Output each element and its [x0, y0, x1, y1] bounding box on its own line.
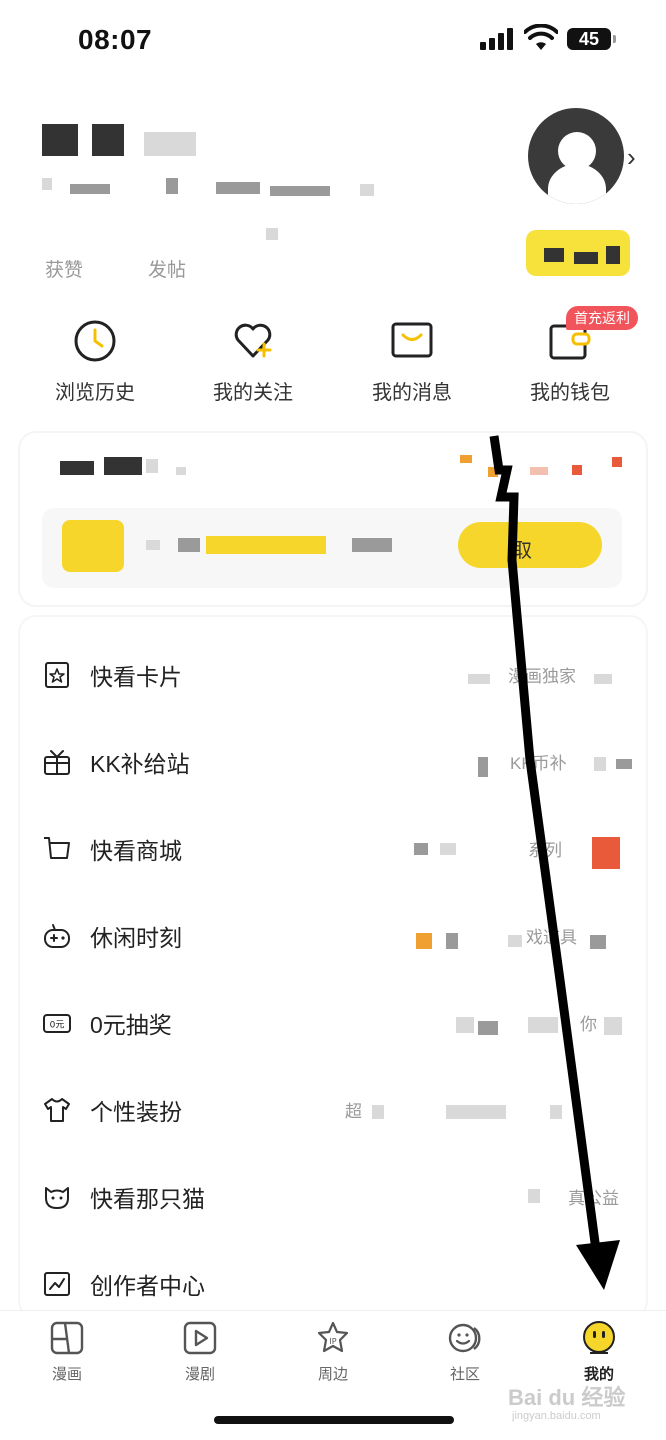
mine-icon: [583, 1321, 615, 1354]
first-charge-badge: 首充返利: [566, 306, 638, 330]
menu-item-label: 快看那只猫: [90, 1186, 205, 1212]
tab-mine[interactable]: 我的: [554, 1319, 644, 1384]
card-icon: [45, 662, 69, 688]
bio-redacted: [360, 184, 374, 196]
watermark-url: jingyan.baidu.com: [512, 1410, 601, 1422]
quick-wallet[interactable]: 我的钱包: [510, 318, 630, 405]
menu-item-note: 真公益: [568, 1189, 619, 1208]
avatar[interactable]: [528, 108, 624, 204]
cellular-signal-icon: [480, 28, 516, 50]
menu-item-label: KK补给站: [90, 751, 190, 777]
svg-text:0元: 0元: [50, 1021, 65, 1031]
menu-item-note: 你: [580, 1015, 597, 1034]
tab-label: 社区: [449, 1366, 480, 1383]
play-icon: [183, 1321, 217, 1355]
vip-offer-strip[interactable]: [42, 508, 622, 588]
bio-redacted: [216, 182, 260, 194]
menu-item-note: 超: [345, 1102, 362, 1121]
chevron-right-icon[interactable]: ›: [627, 142, 636, 173]
tshirt-icon: [44, 1098, 70, 1122]
community-icon: [448, 1323, 481, 1353]
username-redacted: [144, 132, 196, 156]
menu-item-supply[interactable]: KK补给站 KK币补: [20, 719, 646, 806]
quick-following-label: 我的关注: [213, 382, 293, 404]
status-time: 08:07: [78, 24, 153, 55]
tab-label: 周边: [317, 1366, 348, 1383]
lottery-icon: 0元: [43, 1014, 71, 1033]
menu-item-label: 0元抽奖: [90, 1012, 172, 1038]
clock-icon: [74, 320, 116, 362]
chart-icon: [44, 1272, 70, 1296]
watermark-brand: Bai du 经验: [508, 1385, 626, 1410]
menu-item-label: 快看卡片: [90, 664, 182, 690]
cat-icon: [45, 1187, 69, 1209]
menu-list: 快看卡片 漫画独家 KK补给站 KK币补 快看商城 系列 休闲时刻 戏道具 0元…: [20, 617, 646, 1317]
menu-item-label: 个性装扮: [90, 1099, 182, 1125]
username-redacted: [92, 124, 124, 156]
ip-icon: IP: [317, 1321, 349, 1353]
menu-item-label: 快看商城: [90, 838, 182, 864]
quick-wallet-label: 我的钱包: [530, 382, 610, 404]
bio-redacted: [166, 178, 178, 194]
quick-history-label: 浏览历史: [55, 382, 135, 404]
menu-item-cards[interactable]: 快看卡片 漫画独家: [20, 632, 646, 719]
menu-item-note: 漫画独家: [508, 667, 576, 686]
bio-redacted: [270, 186, 330, 196]
stat-posts-label: 发帖: [148, 260, 187, 281]
svg-text:IP: IP: [329, 1337, 336, 1346]
comic-icon: [50, 1321, 84, 1355]
tab-drama[interactable]: 漫剧: [155, 1319, 245, 1384]
gamepad-icon: [44, 924, 70, 948]
vip-badge[interactable]: [526, 230, 630, 276]
message-icon: [391, 322, 433, 358]
quick-following[interactable]: 我的关注: [193, 318, 313, 405]
username-redacted: [58, 140, 78, 156]
tab-label: 漫画: [51, 1366, 82, 1383]
vip-card[interactable]: [20, 433, 646, 605]
tab-label: 漫剧: [184, 1366, 215, 1383]
quick-history[interactable]: 浏览历史: [35, 318, 155, 405]
bio-redacted: [42, 178, 52, 190]
menu-item-note: KK币补: [510, 754, 567, 773]
bio-redacted: [70, 184, 110, 194]
cart-icon: [44, 837, 70, 859]
menu-item-label: 创作者中心: [90, 1273, 205, 1299]
gift-icon: [44, 750, 70, 775]
status-bar: 08:07 45: [0, 0, 666, 80]
tab-merch[interactable]: IP 周边: [288, 1319, 378, 1384]
menu-item-label: 休闲时刻: [90, 925, 182, 951]
menu-item-note: 系列: [528, 841, 562, 860]
tab-comics[interactable]: 漫画: [22, 1319, 112, 1384]
vip-claim-button-label[interactable]: 取: [512, 534, 532, 563]
quick-messages-label: 我的消息: [372, 382, 452, 404]
menu-item-leisure[interactable]: 休闲时刻 戏道具: [20, 893, 646, 980]
wifi-icon: [524, 24, 558, 50]
menu-item-note: 戏道具: [526, 928, 577, 947]
bio-redacted: [266, 228, 278, 240]
tab-community[interactable]: 社区: [420, 1319, 510, 1384]
menu-item-cat[interactable]: 快看那只猫 真公益: [20, 1154, 646, 1241]
menu-item-mall[interactable]: 快看商城 系列: [20, 806, 646, 893]
heart-plus-icon: [234, 323, 272, 358]
battery-icon: 45: [567, 28, 616, 50]
stat-likes-label: 获赞: [45, 260, 84, 281]
home-indicator: [214, 1416, 454, 1424]
quick-messages[interactable]: 我的消息: [352, 318, 472, 405]
